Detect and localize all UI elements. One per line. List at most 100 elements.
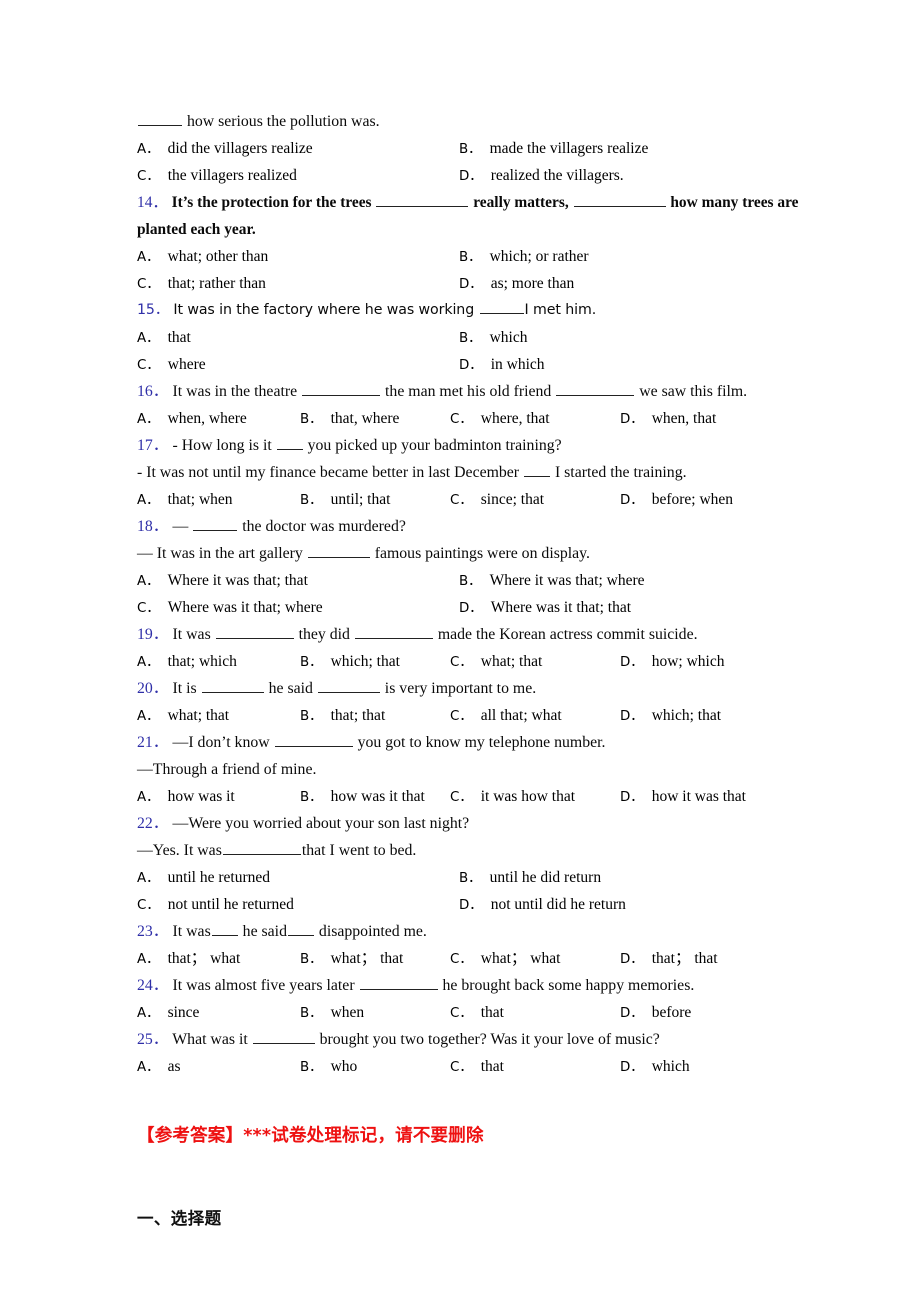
option-letter: A． — [137, 655, 160, 670]
option-row: A． that; when B． until; that C． since; that D．… — [137, 486, 837, 513]
option-row: C． not until he returned D． not until did h… — [137, 891, 837, 918]
option-text: that; that — [330, 707, 386, 724]
option-row: C． where D． in which — [137, 351, 837, 378]
option-text: did the villagers realize — [167, 140, 313, 157]
question-number: 23． — [137, 923, 173, 940]
option-a[interactable]: A． that； what — [137, 945, 240, 973]
option-c[interactable]: C． that — [450, 999, 504, 1027]
option-b[interactable]: B． how was it that — [300, 783, 425, 811]
option-row: A． how was it B． how was it that C． it was ho… — [137, 783, 837, 810]
option-c[interactable]: C． what; that — [450, 648, 542, 676]
option-text: Where was it that; where — [167, 599, 323, 616]
option-b[interactable]: B． who — [300, 1053, 357, 1081]
option-text: which — [489, 329, 528, 346]
stem-text: — It was in the art gallery — [137, 545, 307, 562]
option-a[interactable]: A． that; which — [137, 648, 237, 676]
option-b[interactable]: B． that, where — [300, 405, 399, 433]
option-c[interactable]: C． what； what — [450, 945, 560, 973]
blank-field — [274, 731, 353, 747]
option-a[interactable]: A． Where it was that; that — [137, 567, 308, 595]
option-d[interactable]: D． as; more than — [459, 270, 574, 298]
option-c[interactable]: C． Where was it that; where — [137, 594, 323, 622]
option-text: it was how that — [480, 788, 576, 805]
option-b[interactable]: B． when — [300, 999, 364, 1027]
option-letter: B． — [300, 1006, 323, 1021]
blank-field — [252, 1028, 315, 1044]
carryover-stem: how serious the pollution was. — [137, 108, 837, 135]
option-c[interactable]: C． the villagers realized — [137, 162, 297, 190]
option-letter: A． — [137, 574, 160, 589]
option-a[interactable]: A． when, where — [137, 405, 247, 433]
option-letter: A． — [137, 250, 160, 265]
question-stem: 17． - How long is it you picked up your … — [137, 432, 837, 459]
option-text: before — [651, 1004, 692, 1021]
option-letter: D． — [620, 1006, 644, 1021]
option-b[interactable]: B． which — [459, 324, 527, 352]
option-text: which; that — [651, 707, 722, 724]
option-d[interactable]: D． not until did he return — [459, 891, 626, 919]
option-d[interactable]: D． Where was it that; that — [459, 594, 631, 622]
blank-field — [276, 434, 303, 450]
option-letter: A． — [137, 1060, 160, 1075]
option-c[interactable]: C． all that; what — [450, 702, 562, 730]
option-d[interactable]: D． which; that — [620, 702, 721, 730]
option-d[interactable]: D． how it was that — [620, 783, 746, 811]
option-c[interactable]: C． where — [137, 351, 206, 379]
option-text: that — [480, 1058, 504, 1075]
option-b[interactable]: B． what； that — [300, 945, 403, 973]
option-text: which; that — [330, 653, 400, 670]
option-a[interactable]: A． that; when — [137, 486, 233, 514]
option-d[interactable]: D． which — [620, 1053, 690, 1081]
blank-field — [556, 380, 635, 396]
option-d[interactable]: D． how; which — [620, 648, 724, 676]
option-text: where — [167, 356, 206, 373]
option-d[interactable]: D． that； that — [620, 945, 718, 973]
option-c[interactable]: C． that — [450, 1053, 504, 1081]
option-a[interactable]: A． what; that — [137, 702, 229, 730]
option-a[interactable]: A． that — [137, 324, 191, 352]
question-number: 18． — [137, 518, 173, 535]
option-text: what； what — [480, 950, 561, 967]
option-a[interactable]: A． as — [137, 1053, 180, 1081]
option-b[interactable]: B． which; or rather — [459, 243, 589, 271]
stem-text: It’s the protection for the trees — [171, 194, 376, 211]
option-a[interactable]: A． did the villagers realize — [137, 135, 313, 163]
option-b[interactable]: B． which; that — [300, 648, 400, 676]
option-b[interactable]: B． Where it was that; where — [459, 567, 645, 595]
stem-text: disappointed me. — [314, 923, 427, 940]
option-letter: D． — [459, 601, 483, 616]
option-letter: C． — [450, 1006, 473, 1021]
option-text: that, where — [330, 410, 400, 427]
option-text: that; rather than — [167, 275, 266, 292]
option-c[interactable]: C． where, that — [450, 405, 550, 433]
option-c[interactable]: C． since; that — [450, 486, 544, 514]
option-b[interactable]: B． until; that — [300, 486, 390, 514]
option-c[interactable]: C． not until he returned — [137, 891, 294, 919]
option-d[interactable]: D． before — [620, 999, 691, 1027]
option-b[interactable]: B． made the villagers realize — [459, 135, 648, 163]
stem-text: —Yes. It was — [137, 842, 222, 859]
option-b[interactable]: B． until he did return — [459, 864, 601, 892]
option-c[interactable]: C． it was how that — [450, 783, 575, 811]
option-a[interactable]: A． how was it — [137, 783, 235, 811]
option-text: that — [480, 1004, 504, 1021]
option-d[interactable]: D． realized the villagers. — [459, 162, 624, 190]
blank-field — [302, 380, 381, 396]
option-a[interactable]: A． until he returned — [137, 864, 270, 892]
option-d[interactable]: D． before; when — [620, 486, 733, 514]
option-c[interactable]: C． that; rather than — [137, 270, 266, 298]
question-number: 25． — [137, 1031, 173, 1048]
option-text: since — [167, 1004, 200, 1021]
stem-text: It was in the factory where he was worki… — [173, 302, 479, 318]
option-a[interactable]: A． since — [137, 999, 199, 1027]
stem-text: brought you two together? Was it your lo… — [315, 1031, 660, 1048]
option-text: until; that — [330, 491, 391, 508]
option-a[interactable]: A． what; other than — [137, 243, 268, 271]
option-letter: A． — [137, 412, 160, 427]
option-d[interactable]: D． when, that — [620, 405, 716, 433]
stem-text: they did — [294, 626, 354, 643]
option-b[interactable]: B． that; that — [300, 702, 385, 730]
option-text: which — [651, 1058, 690, 1075]
blank-field — [222, 839, 301, 855]
option-d[interactable]: D． in which — [459, 351, 545, 379]
